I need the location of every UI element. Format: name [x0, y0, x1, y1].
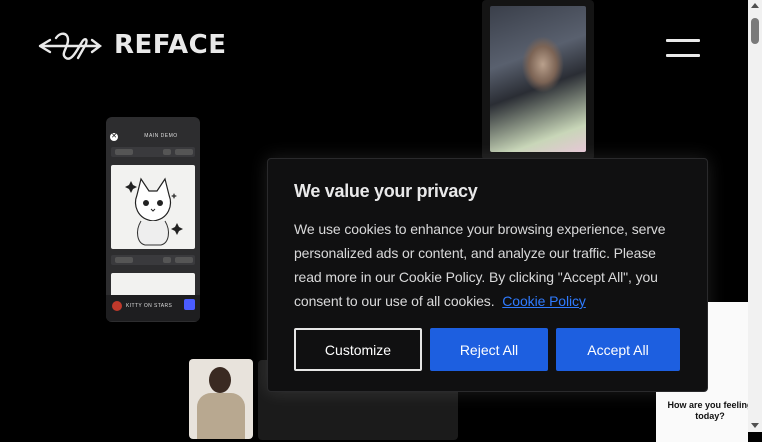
- accept-all-button[interactable]: Accept All: [556, 328, 680, 371]
- menu-button[interactable]: [666, 36, 700, 60]
- site-header: REFACE: [0, 0, 748, 95]
- share-pill-2: [163, 257, 171, 263]
- phone-action-bar-2: [111, 255, 195, 265]
- download-pill: [175, 149, 193, 155]
- phone-action-bar: [111, 147, 195, 157]
- scroll-thumb[interactable]: [751, 18, 759, 44]
- scrollbar[interactable]: [748, 0, 762, 432]
- share-pill: [163, 149, 171, 155]
- portrait-image-card: [482, 0, 594, 160]
- phone-mockup: ✕ MAIN DEMO KITTY ON STARS: [106, 117, 200, 322]
- download-pill-2: [175, 257, 193, 263]
- cat-drawing-icon: [125, 177, 183, 246]
- cookie-body: We use cookies to enhance your browsing …: [294, 217, 686, 313]
- cat-illustration: [111, 165, 195, 249]
- scroll-up-arrow-icon[interactable]: [751, 3, 759, 8]
- feeling-card-text: How are you feeling today?: [667, 400, 753, 421]
- reface-logo-mark-icon[interactable]: [38, 28, 102, 68]
- avatar: [112, 301, 122, 311]
- cookie-policy-link[interactable]: Cookie Policy: [502, 293, 586, 309]
- edit-icon: [184, 299, 195, 310]
- portrait-image: [490, 6, 586, 152]
- try-on-pill: [115, 149, 133, 155]
- cookie-body-text: We use cookies to enhance your browsing …: [294, 221, 666, 309]
- person-body: [197, 393, 245, 439]
- hamburger-menu-icon-line: [666, 54, 700, 57]
- person-head: [209, 367, 231, 393]
- customize-button[interactable]: Customize: [294, 328, 422, 371]
- brand-name[interactable]: REFACE: [114, 30, 227, 60]
- try-on-pill-2: [115, 257, 133, 263]
- cookie-consent-dialog: We value your privacy We use cookies to …: [267, 158, 708, 392]
- reject-all-button[interactable]: Reject All: [430, 328, 548, 371]
- hamburger-menu-icon: [666, 39, 700, 42]
- scroll-down-arrow-icon[interactable]: [751, 423, 759, 428]
- close-icon: ✕: [110, 133, 118, 141]
- cookie-title: We value your privacy: [294, 181, 478, 201]
- phone-footer-label: KITTY ON STARS: [126, 303, 173, 309]
- phone-title: MAIN DEMO: [144, 133, 178, 139]
- phone-footer: KITTY ON STARS: [106, 295, 200, 321]
- person-photo: [189, 359, 253, 439]
